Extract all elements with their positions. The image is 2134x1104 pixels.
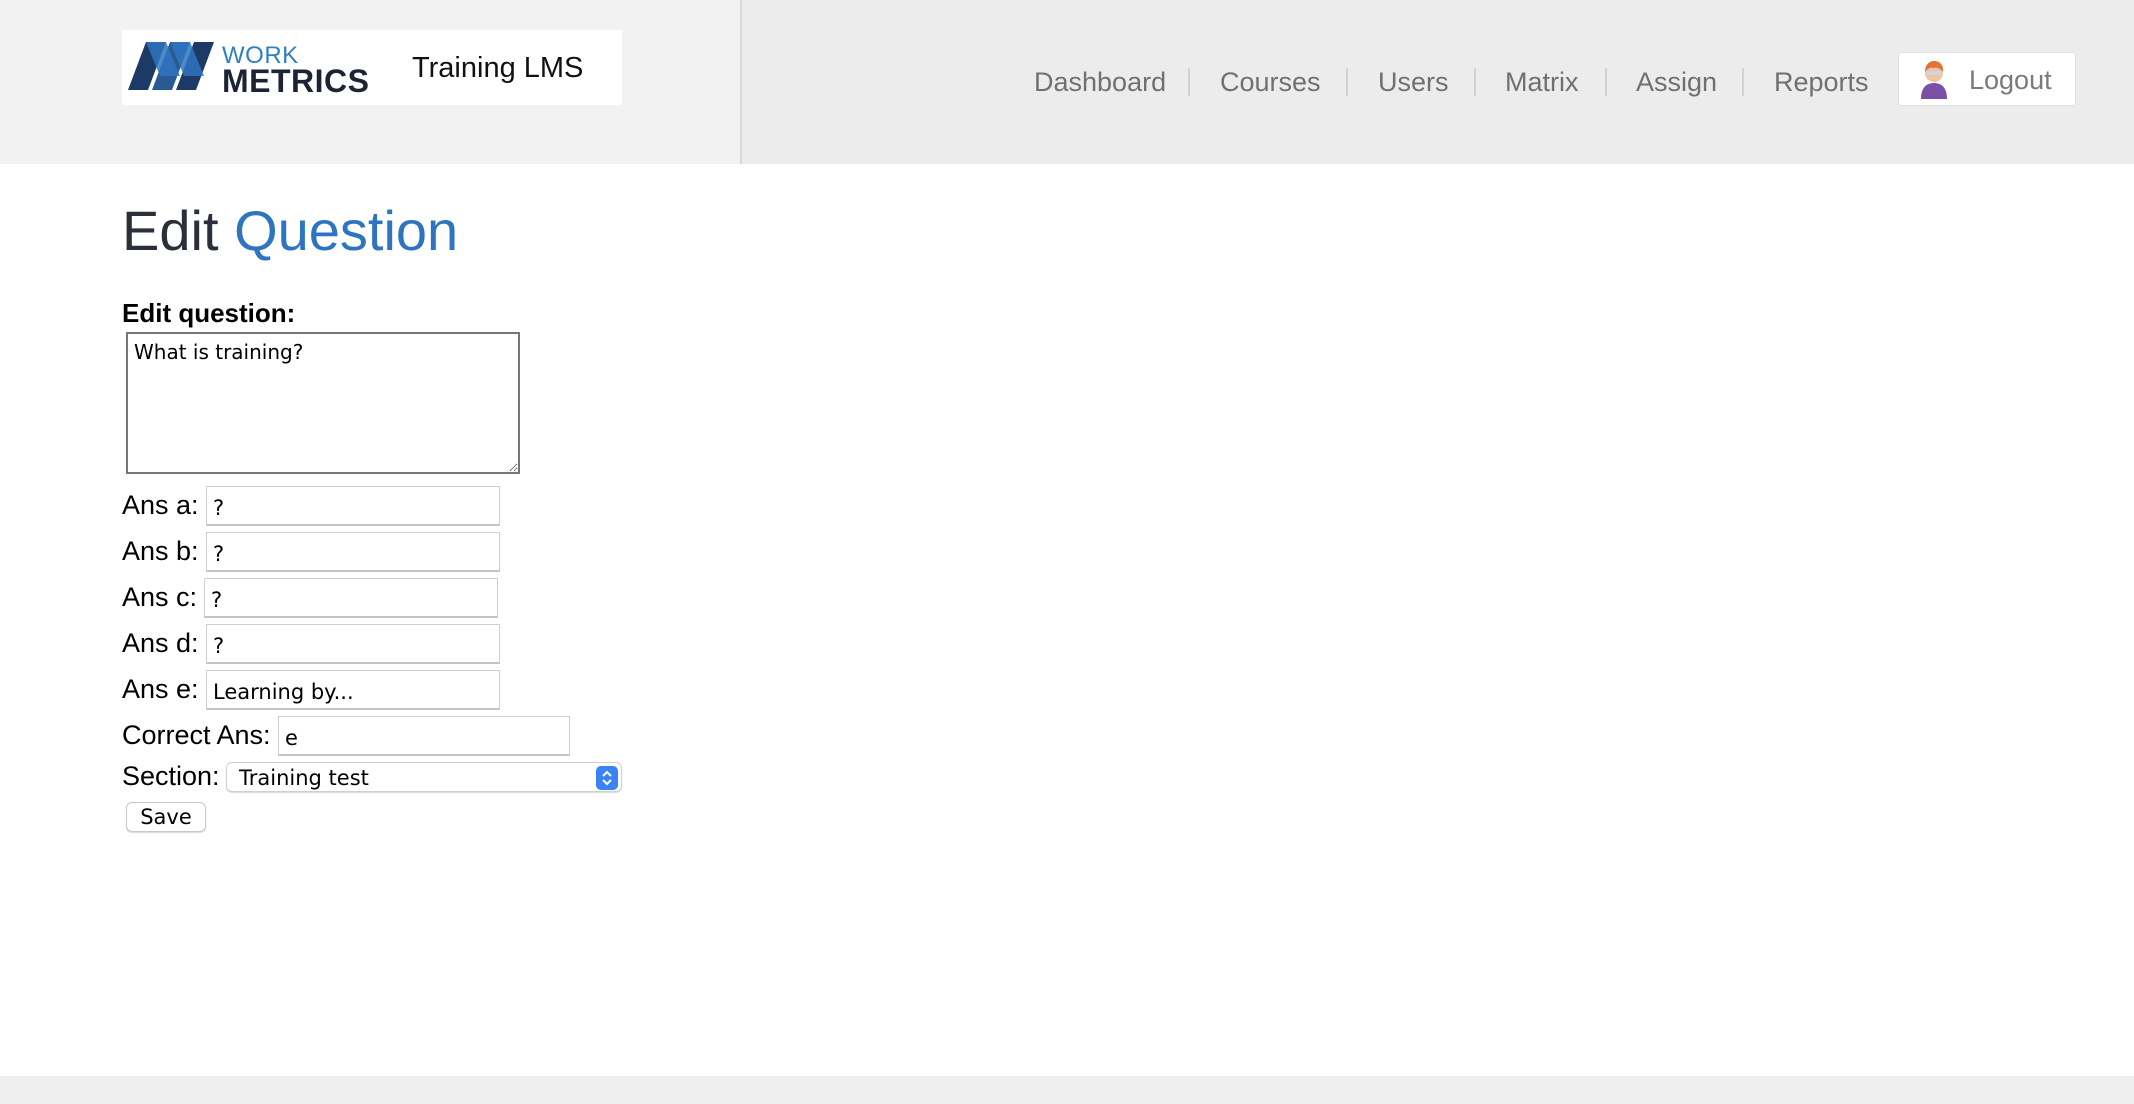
nav-separator — [1605, 68, 1607, 96]
page-title-accent: Question — [234, 199, 459, 262]
user-avatar-icon — [1921, 61, 1947, 99]
nav-separator — [1742, 68, 1744, 96]
question-textarea[interactable]: What is training? — [126, 332, 520, 474]
section-select[interactable]: Training test — [226, 762, 622, 792]
logout-label: Logout — [1969, 65, 2052, 95]
nav-separator — [1346, 68, 1348, 96]
nav-separator — [1188, 68, 1190, 96]
section-label: Section: — [122, 761, 220, 791]
product-name: Training LMS — [412, 52, 584, 84]
answer-a-label: Ans a: — [122, 490, 199, 520]
save-button[interactable]: Save — [126, 802, 206, 832]
logout-button[interactable]: Logout — [1898, 52, 2076, 106]
page-title-main: Edit — [122, 199, 219, 262]
nav-dashboard[interactable]: Dashboard — [1034, 62, 1166, 102]
workmetrics-logo-icon — [128, 42, 214, 90]
top-header: WORK METRICS Training LMS Dashboard Cour… — [0, 0, 2134, 164]
answer-e-input[interactable] — [206, 670, 500, 710]
nav-assign[interactable]: Assign — [1636, 62, 1717, 102]
nav-separator — [1474, 68, 1476, 96]
select-updown-icon — [596, 766, 618, 790]
nav-users[interactable]: Users — [1378, 62, 1449, 102]
correct-answer-label: Correct Ans: — [122, 720, 271, 750]
answer-d-label: Ans d: — [122, 628, 199, 658]
answer-e-label: Ans e: — [122, 674, 199, 704]
correct-answer-input[interactable] — [278, 716, 570, 756]
nav-courses[interactable]: Courses — [1220, 62, 1321, 102]
answer-b-input[interactable] — [206, 532, 500, 572]
answer-b-label: Ans b: — [122, 536, 199, 566]
footer-band — [0, 1076, 2134, 1104]
answer-c-label: Ans c: — [122, 582, 198, 612]
question-label: Edit question: — [122, 298, 296, 328]
nav-reports[interactable]: Reports — [1774, 62, 1869, 102]
section-selected-value: Training test — [239, 766, 369, 790]
answer-d-input[interactable] — [206, 624, 500, 664]
brand-word-bottom: METRICS — [222, 63, 370, 99]
brand-area: WORK METRICS Training LMS — [0, 0, 742, 164]
brand-logo[interactable]: WORK METRICS Training LMS — [122, 30, 622, 105]
page-title: Edit Question — [122, 196, 458, 266]
answer-a-input[interactable] — [206, 486, 500, 526]
answer-c-input[interactable] — [204, 578, 498, 618]
nav-matrix[interactable]: Matrix — [1505, 62, 1579, 102]
